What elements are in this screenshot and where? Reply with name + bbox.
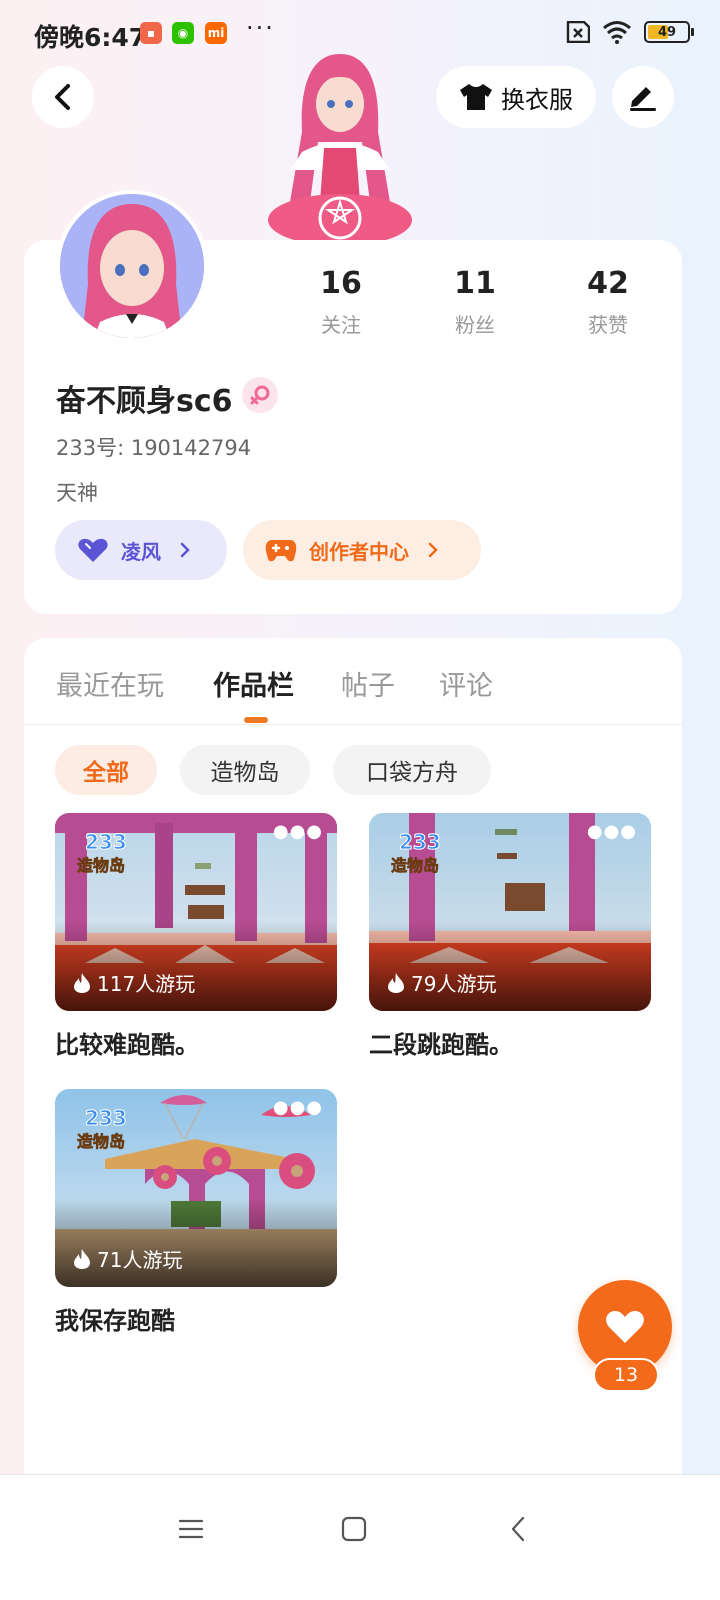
game-thumbnail: 233 造物岛 ●●● 79人游玩 xyxy=(369,813,651,1011)
user-title: 天神 xyxy=(56,481,98,505)
tabs-divider xyxy=(24,724,682,725)
avatar-image xyxy=(60,194,204,338)
game-thumbnail: 233 造物岛 ●●● 117人游玩 xyxy=(55,813,337,1011)
wechat-icon: ◉ xyxy=(172,22,194,44)
change-outfit-button[interactable]: 换衣服 xyxy=(436,66,596,128)
game-title: 二段跳跑酷。 xyxy=(369,1031,513,1059)
lingfeng-badge-button[interactable]: 凌风 xyxy=(55,520,227,580)
female-gender-icon xyxy=(242,377,278,413)
tshirt-icon xyxy=(460,84,492,110)
battery-level: 49 xyxy=(657,24,677,40)
system-nav-bar xyxy=(0,1474,720,1600)
back-button[interactable] xyxy=(32,66,94,128)
tab-recently-played[interactable]: 最近在玩 xyxy=(56,664,164,703)
fire-icon xyxy=(388,972,404,993)
following-count: 16 xyxy=(320,266,362,301)
nav-home-button[interactable] xyxy=(334,1509,374,1549)
likes-count: 42 xyxy=(587,266,629,301)
edit-pen-icon xyxy=(630,87,656,111)
heart-icon xyxy=(606,1311,644,1343)
more-options-icon[interactable]: ●●● xyxy=(273,1097,323,1118)
svg-text:233: 233 xyxy=(399,830,441,854)
stat-following[interactable]: 16 关注 xyxy=(286,266,396,338)
character-model xyxy=(268,54,412,242)
nav-back-button[interactable] xyxy=(498,1509,538,1549)
svg-text:造物岛: 造物岛 xyxy=(77,856,125,875)
game-card[interactable]: 233 造物岛 ●●● 71人游玩 我保存跑酷 xyxy=(55,1089,337,1336)
tab-works[interactable]: 作品栏 xyxy=(213,664,294,703)
tab-comments[interactable]: 评论 xyxy=(439,664,493,703)
home-square-icon xyxy=(341,1516,367,1542)
game-card[interactable]: 233 造物岛 ●●● 79人游玩 二段跳跑酷。 xyxy=(369,813,651,1060)
edit-profile-button[interactable] xyxy=(612,66,674,128)
active-tab-indicator xyxy=(244,717,268,723)
fire-icon xyxy=(74,1248,90,1269)
play-count: 71人游玩 xyxy=(97,1248,183,1272)
battery-icon: 49 xyxy=(644,21,694,43)
avatar[interactable] xyxy=(56,190,208,342)
filter-pocket-ark[interactable]: 口袋方舟 xyxy=(333,745,491,795)
svg-text:233: 233 xyxy=(85,830,127,854)
play-count: 117人游玩 xyxy=(97,972,196,996)
app-notification-icon: ▪ xyxy=(140,22,162,44)
fire-icon xyxy=(74,972,90,993)
back-arrow-icon xyxy=(55,84,70,110)
svg-text:造物岛: 造物岛 xyxy=(77,1132,125,1151)
like-count: 13 xyxy=(593,1358,659,1392)
game-card[interactable]: 233 造物岛 ●●● 117人游玩 比较难跑酷。 xyxy=(55,813,337,1060)
chevron-right-icon xyxy=(428,542,438,558)
svg-text:233: 233 xyxy=(85,1106,127,1130)
stat-followers[interactable]: 11 粉丝 xyxy=(420,266,530,338)
nav-menu-button[interactable] xyxy=(171,1509,211,1549)
no-sim-icon xyxy=(566,21,590,43)
stat-likes[interactable]: 42 获赞 xyxy=(553,266,663,338)
uid-text: 233号: 190142794 xyxy=(56,436,252,460)
filter-zaowudao[interactable]: 造物岛 xyxy=(180,745,310,795)
followers-count: 11 xyxy=(454,266,496,301)
svg-text:造物岛: 造物岛 xyxy=(391,856,439,875)
menu-icon xyxy=(178,1519,204,1539)
game-thumbnail: 233 造物岛 ●●● 71人游玩 xyxy=(55,1089,337,1287)
likes-label: 获赞 xyxy=(588,313,628,337)
gamepad-icon xyxy=(265,540,297,562)
filter-all[interactable]: 全部 xyxy=(55,745,157,795)
status-time: 傍晚6:47 xyxy=(34,23,147,52)
play-count: 79人游玩 xyxy=(411,972,497,996)
tab-posts[interactable]: 帖子 xyxy=(341,664,395,703)
nickname: 奋不顾身sc6 xyxy=(56,384,233,419)
change-outfit-label: 换衣服 xyxy=(501,85,573,114)
more-notifications-icon: ··· xyxy=(246,14,275,42)
creator-center-label: 创作者中心 xyxy=(309,539,409,564)
followers-label: 粉丝 xyxy=(455,313,495,337)
game-title: 比较难跑酷。 xyxy=(55,1031,199,1059)
game-title: 我保存跑酷 xyxy=(55,1307,175,1335)
more-options-icon[interactable]: ●●● xyxy=(273,821,323,842)
status-icons: 49 xyxy=(562,20,694,44)
more-options-icon[interactable]: ●●● xyxy=(587,821,637,842)
heart-gem-icon xyxy=(78,538,108,562)
following-label: 关注 xyxy=(321,313,361,337)
lingfeng-label: 凌风 xyxy=(121,539,161,564)
wifi-icon xyxy=(603,21,631,44)
chevron-right-icon xyxy=(180,542,190,558)
creator-center-button[interactable]: 创作者中心 xyxy=(243,520,481,580)
mi-icon: mi xyxy=(205,22,227,44)
back-chevron-icon xyxy=(511,1516,525,1542)
